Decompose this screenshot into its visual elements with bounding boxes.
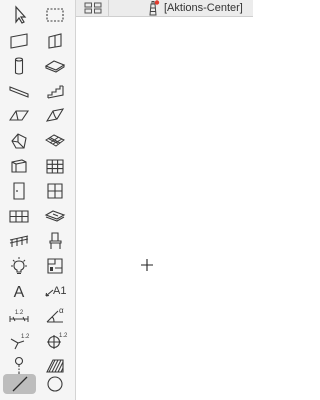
svg-text:1.2: 1.2: [59, 333, 68, 339]
marquee-tool[interactable]: [40, 4, 70, 26]
wall-tool[interactable]: [4, 30, 34, 52]
lighthouse-icon: [149, 0, 160, 16]
door-icon: [13, 182, 25, 200]
wall-icon: [10, 33, 28, 49]
floor-plan-icon: [44, 210, 66, 222]
dimension-icon: 1.2: [9, 310, 29, 322]
railing-icon: [9, 235, 29, 247]
angle-dimension-icon: α: [46, 306, 64, 323]
layout-grid-button[interactable]: [83, 1, 103, 15]
curtain-panel-icon: [9, 210, 29, 223]
shell-tool[interactable]: [40, 105, 70, 127]
zone-icon: [11, 159, 27, 173]
arrow-icon: [15, 5, 27, 24]
floor-plan-tool[interactable]: [40, 205, 70, 227]
crosshair-cursor-icon: [141, 259, 153, 271]
mesh-icon: [45, 134, 65, 147]
svg-text:α: α: [59, 306, 64, 315]
curtain-panel-tool[interactable]: [4, 205, 34, 227]
shell-icon: [45, 108, 65, 122]
slab-icon: [44, 60, 66, 73]
roof-tool[interactable]: [4, 105, 34, 127]
lightbulb-icon: [11, 257, 27, 275]
line-tool[interactable]: [3, 374, 36, 394]
action-center-label[interactable]: [Aktions-Center]: [164, 1, 243, 15]
toolbox: A A1 1.2 α 1.2 1.2: [0, 0, 76, 400]
svg-text:A: A: [14, 284, 25, 301]
text-tool[interactable]: A: [4, 280, 34, 302]
curtain-grid-icon: [46, 159, 64, 174]
zone-tool[interactable]: [4, 155, 34, 177]
stair-icon: [47, 85, 64, 99]
chair-icon: [49, 232, 62, 249]
door-tool[interactable]: [4, 180, 34, 202]
angle-dimension-tool[interactable]: α: [40, 305, 70, 327]
label-tool[interactable]: A1: [40, 280, 70, 302]
curtain-grid-tool[interactable]: [40, 155, 70, 177]
label-icon: A1: [45, 285, 66, 297]
window-icon: [47, 183, 63, 199]
stair-tool[interactable]: [40, 80, 70, 102]
railing-tool[interactable]: [4, 230, 34, 252]
action-center-button[interactable]: [146, 0, 160, 16]
grid-icon: [84, 2, 102, 14]
svg-text:1.2: 1.2: [15, 310, 24, 316]
column-tool[interactable]: [4, 55, 34, 77]
drawing-icon: [47, 258, 63, 274]
object-tool[interactable]: [40, 230, 70, 252]
morph-tool[interactable]: [4, 130, 34, 152]
arrow-tool[interactable]: [4, 4, 34, 26]
curtain-wall-tool[interactable]: [40, 30, 70, 52]
circle-icon: [47, 376, 63, 392]
beam-icon: [9, 86, 29, 98]
marquee-icon: [46, 8, 64, 22]
notification-badge: [154, 0, 160, 5]
window-tool[interactable]: [40, 180, 70, 202]
drawing-canvas[interactable]: [76, 17, 253, 400]
curtain-wall-icon: [48, 33, 62, 49]
separator: [108, 0, 109, 17]
circle-tool[interactable]: [40, 373, 70, 395]
roof-icon: [8, 110, 30, 121]
top-bar: [Aktions-Center]: [76, 0, 253, 17]
lamp-tool[interactable]: [4, 255, 34, 277]
morph-icon: [11, 133, 27, 149]
line-icon: [12, 376, 27, 392]
beam-tool[interactable]: [4, 80, 34, 102]
radial-dimension-icon: 1.2: [10, 334, 30, 350]
column-icon: [14, 57, 24, 75]
svg-text:A1: A1: [53, 285, 66, 297]
mesh-tool[interactable]: [40, 130, 70, 152]
svg-text:1.2: 1.2: [21, 334, 30, 340]
level-dimension-tool[interactable]: 1.2: [40, 330, 70, 352]
slab-tool[interactable]: [40, 55, 70, 77]
drawing-tool[interactable]: [40, 255, 70, 277]
radial-dimension-tool[interactable]: 1.2: [4, 330, 34, 352]
dimension-tool[interactable]: 1.2: [4, 305, 34, 327]
text-icon: A: [14, 284, 25, 301]
crosshair-target-icon: 1.2: [47, 333, 68, 349]
grid-element-icon: [14, 356, 24, 374]
